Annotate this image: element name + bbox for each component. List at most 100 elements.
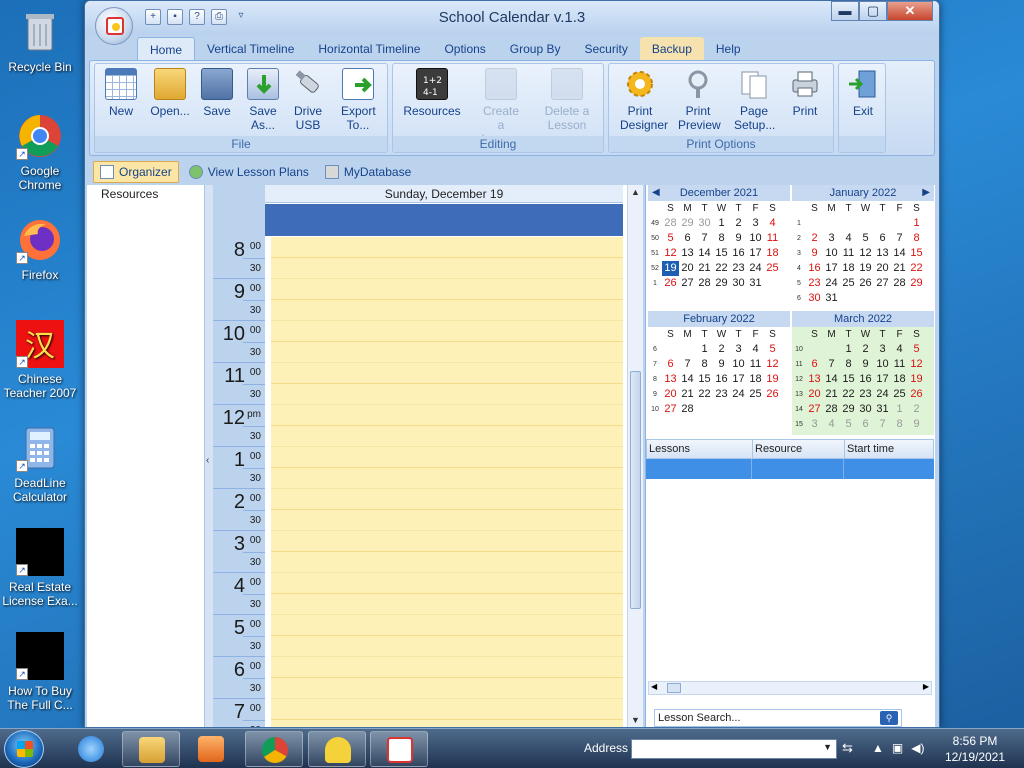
open-button[interactable]: Open... [147,68,193,118]
calendar-day[interactable]: 21 [891,261,908,276]
resources-pane[interactable]: Resources [87,185,205,727]
calendar-day[interactable]: 23 [713,387,730,402]
calendar-day[interactable]: 20 [662,387,679,402]
organizer-tab[interactable]: Organizer [93,161,179,183]
delete-lesson-button[interactable]: Delete a Lesson [539,68,595,132]
lesson-search-input[interactable]: Lesson Search... [654,709,902,727]
calendar-day[interactable]: 18 [840,261,857,276]
time-slot[interactable] [265,573,623,594]
calendar-day[interactable]: 24 [730,387,747,402]
calendar-day[interactable]: 10 [874,357,891,372]
dropdown-arrow-icon[interactable]: ▼ [823,742,832,752]
calendar-day[interactable]: 17 [730,372,747,387]
calendar-day[interactable]: 3 [874,342,891,357]
maximize-button[interactable]: ▢ [859,1,887,21]
tab-help[interactable]: Help [704,37,753,61]
tab-group-by[interactable]: Group By [498,37,573,61]
calendar-day[interactable]: 15 [713,246,730,261]
scroll-left-icon[interactable]: ◀ [651,682,657,691]
time-slot[interactable] [265,594,623,615]
calendar-day[interactable]: 1 [696,342,713,357]
time-slot[interactable] [265,321,623,342]
volume-icon[interactable]: ◀) [911,741,924,755]
time-slot[interactable] [265,468,623,489]
calendar-day[interactable]: 26 [764,387,781,402]
calendar-day[interactable]: 26 [908,387,925,402]
scroll-down-icon[interactable]: ▼ [631,715,640,725]
time-slot[interactable] [265,552,623,573]
calendar-day[interactable]: 11 [840,246,857,261]
time-slot[interactable] [265,426,623,447]
calendar-day[interactable]: 5 [764,342,781,357]
calendar-day[interactable]: 6 [662,357,679,372]
calendar-day[interactable]: 18 [891,372,908,387]
clock[interactable]: 8:56 PM 12/19/2021 [940,733,1010,765]
calendar-day[interactable]: 23 [857,387,874,402]
desktop-icon-deadline-calculator[interactable]: ↗ DeadLine Calculator [2,424,78,504]
calendar-day[interactable]: 9 [857,357,874,372]
calendar-day[interactable]: 16 [713,372,730,387]
time-slot[interactable] [265,447,623,468]
tab-vertical-timeline[interactable]: Vertical Timeline [195,37,306,61]
time-slot[interactable] [265,237,623,258]
calendar-day[interactable]: 27 [662,402,679,417]
go-arrow-icon[interactable]: ⇆ [842,740,860,758]
calendar-day[interactable]: 14 [679,372,696,387]
calendar-day[interactable]: 16 [857,372,874,387]
calendar-day[interactable]: 22 [696,387,713,402]
start-button[interactable] [4,730,44,768]
calendar-day[interactable]: 15 [908,246,925,261]
time-slot[interactable] [265,636,623,657]
desktop-icon-firefox[interactable]: ↗ Firefox [2,216,78,282]
time-slot[interactable] [265,615,623,636]
time-slot[interactable] [265,699,623,720]
calendar-day[interactable]: 2 [730,216,747,231]
calendar-day[interactable]: 7 [874,417,891,432]
tab-backup[interactable]: Backup [639,37,704,61]
calendar-day[interactable]: 9 [713,357,730,372]
close-button[interactable]: ✕ [887,1,933,21]
calendar-day[interactable]: 8 [891,417,908,432]
calendar-day[interactable]: 8 [696,357,713,372]
calendar-day[interactable]: 19 [908,372,925,387]
time-slot[interactable] [265,342,623,363]
calendar-day[interactable]: 22 [840,387,857,402]
calendar-day[interactable]: 15 [840,372,857,387]
calendar-day[interactable]: 24 [823,276,840,291]
time-slot[interactable] [265,531,623,552]
resources-button[interactable]: 1+2 4-1 Resources [399,68,465,118]
calendar-day[interactable]: 19 [764,372,781,387]
create-lesson-button[interactable]: Create a Lesson [473,68,529,146]
calendar-day[interactable]: 26 [662,276,679,291]
network-icon[interactable]: ▣ [892,741,903,755]
taskbar-chrome[interactable] [245,731,303,767]
mydatabase-tab[interactable]: MyDatabase [319,161,417,183]
calendar-day[interactable]: 11 [891,357,908,372]
calendar-day[interactable]: 12 [662,246,679,261]
drive-usb-button[interactable]: Drive USB [289,68,327,132]
hscroll-thumb[interactable] [667,683,681,693]
calendar-day[interactable]: 20 [679,261,696,276]
calendar-day[interactable]: 27 [679,276,696,291]
taskbar-media-player[interactable] [182,731,240,767]
print-designer-button[interactable]: Print Designer [615,68,668,132]
pane-splitter[interactable]: ‹ [205,185,213,727]
calendar-day[interactable]: 28 [679,402,696,417]
save-button[interactable]: Save [199,68,235,118]
calendar-day[interactable]: 9 [806,246,823,261]
calendar-day[interactable]: 12 [908,357,925,372]
calendar-day[interactable]: 2 [857,342,874,357]
calendar-day[interactable]: 3 [747,216,764,231]
calendar-day[interactable]: 4 [840,231,857,246]
calendar-day[interactable]: 14 [696,246,713,261]
all-day-area[interactable] [265,204,623,236]
show-hidden-icons-icon[interactable]: ▲ [872,741,884,755]
lessons-horizontal-scrollbar[interactable]: ◀ ▶ [648,681,932,695]
calendar-day[interactable]: 17 [874,372,891,387]
calendar-day[interactable]: 1 [840,342,857,357]
calendar-day[interactable]: 25 [891,387,908,402]
calendar-day[interactable]: 12 [764,357,781,372]
calendar-day[interactable]: 27 [874,276,891,291]
column-lessons[interactable]: Lessons [647,440,753,458]
exit-button[interactable]: Exit [843,68,883,118]
